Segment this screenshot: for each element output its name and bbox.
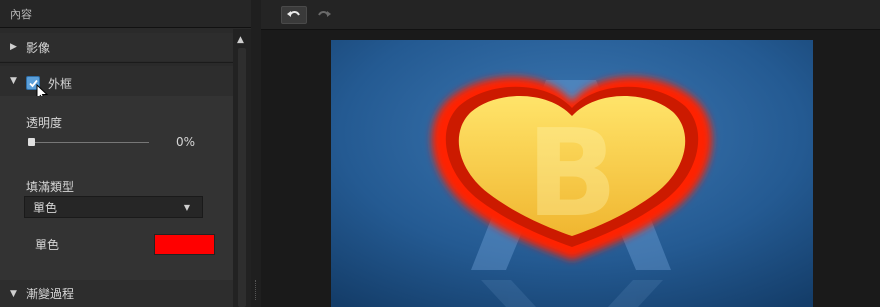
scroll-up-arrow-icon[interactable]: ▲ [237, 35, 244, 45]
expand-arrow-icon[interactable]: ▶ [10, 42, 24, 52]
opacity-slider-track[interactable] [31, 142, 149, 143]
section-image-label: 影像 [26, 40, 51, 55]
color-label: 單色 [35, 238, 60, 252]
redo-icon [318, 11, 331, 17]
panel-header: 內容 [0, 0, 251, 28]
splitter-grip-icon[interactable] [255, 280, 258, 300]
section-divider [0, 62, 233, 63]
collapse-arrow-icon[interactable]: ▼ [10, 76, 24, 86]
section-border-label: 外框 [48, 77, 73, 91]
chevron-down-icon: ▼ [183, 203, 190, 212]
fill-type-selected: 單色 [33, 200, 58, 215]
undo-icon [287, 11, 300, 17]
panel-title: 內容 [10, 7, 32, 21]
opacity-slider-thumb[interactable] [28, 138, 35, 146]
preview-toolbar [261, 0, 880, 30]
collapse-arrow-icon[interactable]: ▼ [10, 289, 24, 299]
panel-splitter[interactable] [251, 0, 261, 307]
section-image[interactable]: ▶ 影像 [0, 33, 233, 61]
opacity-label: 透明度 [26, 116, 63, 130]
border-color-swatch[interactable] [154, 234, 215, 255]
undo-button[interactable] [281, 6, 307, 24]
scrollbar-thumb[interactable] [238, 48, 246, 307]
logo-letter: B [526, 105, 617, 244]
redo-button[interactable] [311, 6, 337, 24]
heart-preview-image: B [331, 40, 813, 307]
opacity-value: 0% [176, 135, 196, 149]
section-gradient-label: 漸變過程 [26, 287, 75, 301]
section-gradient[interactable]: ▼ 漸變過程 [0, 280, 233, 307]
fill-type-label: 填滿類型 [26, 180, 75, 194]
fill-type-dropdown[interactable]: 單色 ▼ [24, 196, 203, 218]
